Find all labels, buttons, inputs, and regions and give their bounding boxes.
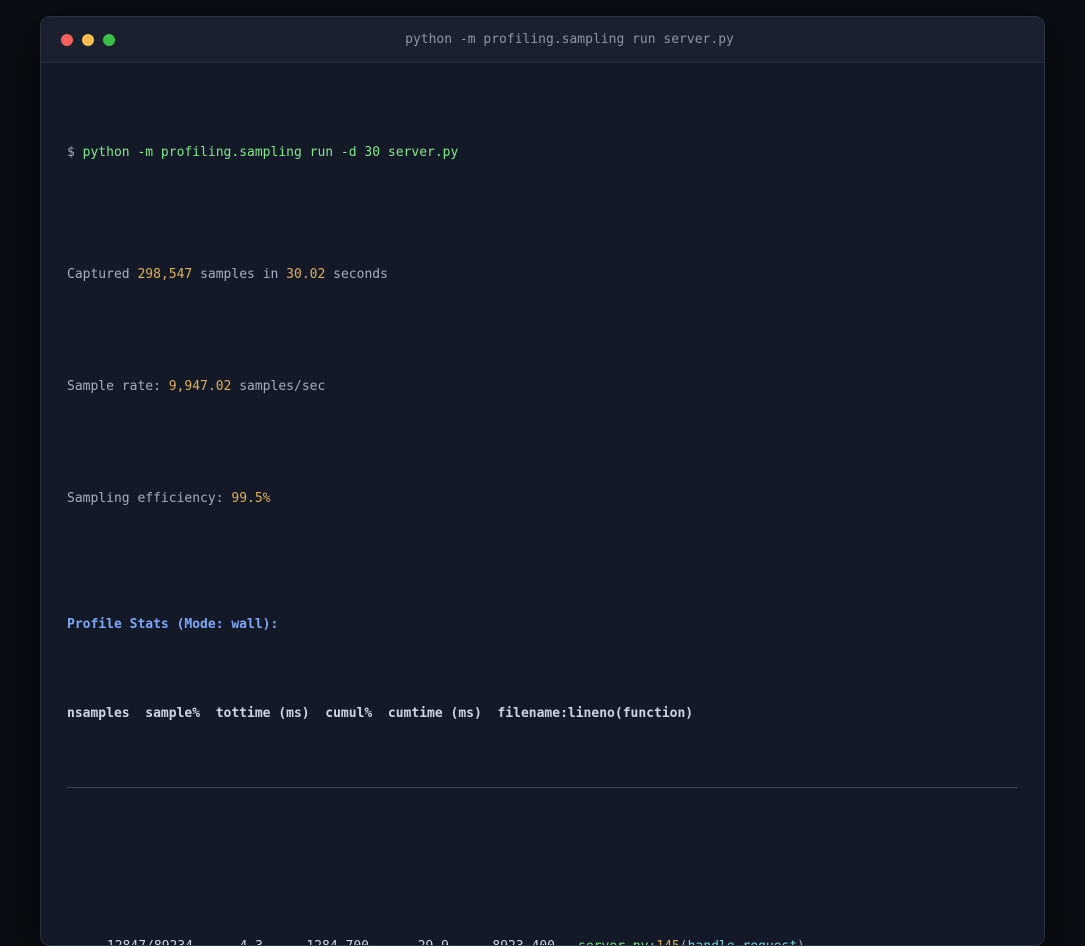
captured-mid-label: samples in — [192, 267, 287, 282]
profile-stats-heading: Profile Stats (Mode: wall): — [67, 617, 279, 632]
close-paren: ) — [797, 939, 805, 945]
captured-unit: seconds — [325, 267, 388, 282]
columns-header: nsamples sample% tottime (ms) cumul% cum… — [67, 706, 694, 721]
shell-prompt: $ — [67, 145, 83, 160]
titlebar: python -m profiling.sampling run server.… — [41, 17, 1044, 63]
filename: server.py — [578, 939, 648, 945]
terminal-output: $ python -m profiling.sampling run -d 30… — [41, 63, 1044, 945]
terminal-window: python -m profiling.sampling run server.… — [40, 16, 1045, 946]
efficiency-value: 99.5% — [231, 491, 271, 506]
location-cell: server.py:145(handle_request) — [555, 936, 1018, 945]
sample-rate-line: Sample rate: 9,947.02 samples/sec — [67, 373, 1018, 401]
efficiency-label: Sampling efficiency: — [67, 491, 232, 506]
function-name: handle_request — [688, 939, 798, 945]
profile-table-row: 12847/892344.31284.70029.98923.400server… — [67, 936, 1018, 945]
rate-unit: samples/sec — [231, 379, 326, 394]
rate-value: 9,947.02 — [168, 379, 232, 394]
profile-table: 12847/892344.31284.70029.98923.400server… — [67, 880, 1018, 945]
nsamples-cell: 12847/89234 — [67, 936, 193, 945]
tottime-cell: 1284.700 — [263, 936, 369, 945]
minimize-button[interactable] — [82, 33, 94, 46]
desktop: { "colors": { "page-bg": "#0a0d13", "win… — [0, 0, 1085, 946]
command-text: python -m profiling.sampling run -d 30 s… — [82, 145, 459, 160]
open-paren: ( — [680, 939, 688, 945]
line-number: 145 — [656, 939, 679, 945]
command-line: $ python -m profiling.sampling run -d 30… — [67, 139, 1018, 167]
sample-pct-cell: 4.3 — [193, 936, 263, 945]
captured-line: Captured 298,547 samples in 30.02 second… — [67, 261, 1018, 289]
captured-label: Captured — [67, 267, 138, 282]
close-button[interactable] — [61, 33, 73, 46]
zoom-button[interactable] — [103, 33, 115, 46]
window-controls — [61, 33, 115, 46]
colon-separator: : — [648, 939, 656, 945]
captured-samples: 298,547 — [137, 267, 193, 282]
cumtime-cell: 8923.400 — [449, 936, 555, 945]
efficiency-line: Sampling efficiency: 99.5% — [67, 485, 1018, 513]
rate-label: Sample rate: — [67, 379, 169, 394]
window-title: python -m profiling.sampling run server.… — [405, 32, 734, 47]
captured-duration: 30.02 — [286, 267, 326, 282]
cumul-pct-cell: 29.9 — [369, 936, 449, 945]
table-separator — [67, 787, 1018, 788]
